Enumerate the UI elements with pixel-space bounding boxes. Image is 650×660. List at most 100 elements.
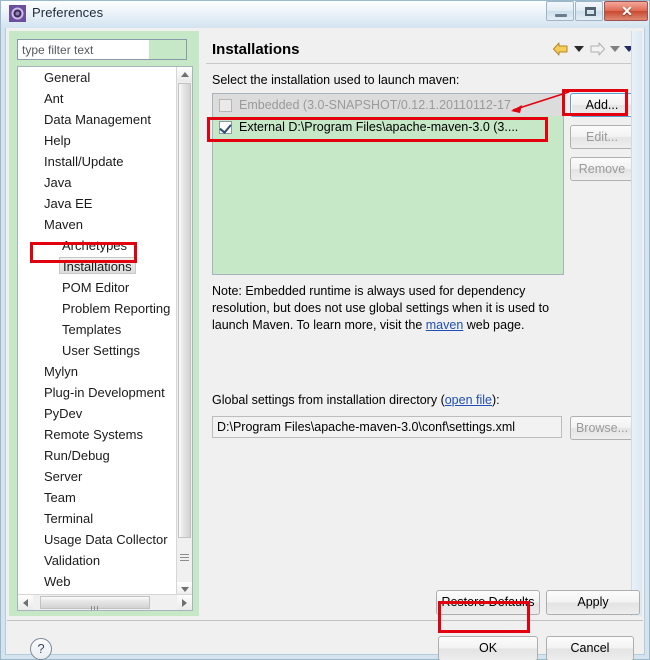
sidebar-item-label: Usage Data Collector [44, 532, 168, 547]
add-button[interactable]: Add... [570, 93, 634, 117]
global-settings-label: Global settings from installation direct… [212, 393, 500, 407]
sidebar-item-pydev[interactable]: PyDev [18, 403, 178, 424]
scroll-left-button[interactable] [18, 595, 33, 610]
sidebar-item-java[interactable]: Java [18, 172, 178, 193]
ok-button[interactable]: OK [438, 636, 538, 660]
cancel-button[interactable]: Cancel [546, 636, 634, 660]
tree-horizontal-scrollbar[interactable] [18, 594, 192, 610]
global-settings-suffix: ): [492, 393, 500, 407]
forward-arrow-icon [590, 42, 605, 56]
help-button[interactable]: ? [30, 638, 52, 660]
sidebar-item-remote-systems[interactable]: Remote Systems [18, 424, 178, 445]
scroll-right-button[interactable] [177, 595, 192, 610]
page-nav-icons [548, 41, 634, 57]
tree-vscroll-grip-icon [180, 554, 189, 561]
sidebar-item-label: Maven [44, 217, 84, 232]
chevron-right-icon [182, 599, 187, 607]
maximize-button[interactable] [575, 1, 603, 21]
sidebar-item-maven[interactable]: Maven [18, 214, 178, 235]
list-item[interactable]: External D:\Program Files\apache-maven-3… [213, 116, 563, 138]
close-button[interactable]: ✕ [604, 1, 648, 21]
chevron-up-icon [181, 72, 189, 77]
preference-page: Installations Select the installation us… [204, 31, 642, 616]
sidebar-item-label: Data Management [44, 112, 151, 127]
sidebar-item-general[interactable]: General [18, 67, 178, 88]
sidebar-item-user-settings[interactable]: User Settings [18, 340, 178, 361]
preferences-gear-icon [9, 5, 26, 22]
sidebar-item-label: Problem Reporting [62, 301, 171, 316]
sidebar-item-label: Server [44, 469, 83, 484]
sidebar-item-label: Remote Systems [44, 427, 143, 442]
installation-checkbox[interactable] [219, 98, 232, 112]
preferences-tree[interactable]: General Ant Data Management Help Install/Upd… [17, 66, 193, 611]
minimize-icon [555, 14, 567, 17]
sidebar-item-label: PyDev [44, 406, 83, 421]
installation-checkbox[interactable] [219, 120, 232, 134]
tree-vertical-scrollbar[interactable] [176, 67, 192, 597]
back-arrow-icon[interactable] [552, 41, 570, 57]
sidebar-item-usage-data-collector[interactable]: Usage Data Collector [18, 529, 178, 550]
window-controls: ✕ [545, 1, 648, 22]
open-file-link[interactable]: open file [445, 393, 492, 407]
sidebar-item-label: Ant [44, 91, 64, 106]
sidebar-item-terminal[interactable]: Terminal [18, 508, 178, 529]
note-part2: web page. [463, 318, 525, 332]
browse-button: Browse... [570, 416, 634, 440]
tree-hscroll-thumb[interactable] [40, 596, 150, 610]
sidebar-item-label: Install/Update [44, 154, 124, 169]
installation-label: External D:\Program Files\apache-maven-3… [239, 120, 519, 134]
sidebar-item-java-ee[interactable]: Java EE [18, 193, 178, 214]
dialog-buttons: OK Cancel [204, 633, 640, 660]
apply-button[interactable]: Apply [546, 590, 640, 615]
sidebar-item-team[interactable]: Team [18, 487, 178, 508]
sidebar-item-run-debug[interactable]: Run/Debug [18, 445, 178, 466]
sidebar-item-validation[interactable]: Validation [18, 550, 178, 571]
maven-link[interactable]: maven [426, 318, 464, 332]
select-installation-label: Select the installation used to launch m… [212, 73, 460, 87]
sidebar-item-label: Help [44, 133, 71, 148]
sidebar-item-mylyn[interactable]: Mylyn [18, 361, 178, 382]
close-icon: ✕ [621, 3, 633, 19]
window-title: Preferences [32, 5, 104, 20]
restore-defaults-button[interactable]: Restore Defaults [436, 590, 540, 615]
sidebar-item-installations[interactable]: Installations [18, 256, 178, 277]
chevron-down-icon [181, 587, 189, 592]
maximize-icon [585, 7, 596, 16]
page-title: Installations [212, 41, 300, 58]
sidebar-item-ant[interactable]: Ant [18, 88, 178, 109]
sidebar-item-problem-reporting[interactable]: Problem Reporting [18, 298, 178, 319]
back-dropdown-icon[interactable] [574, 46, 584, 52]
sidebar-item-label: User Settings [62, 343, 141, 358]
sidebar-item-plug-in-development[interactable]: Plug-in Development [18, 382, 178, 403]
sidebar-item-label: Terminal [44, 511, 94, 526]
sidebar-item-pom-editor[interactable]: POM Editor [18, 277, 178, 298]
preferences-tree-list: General Ant Data Management Help Install/Upd… [18, 67, 178, 597]
tree-vscroll-thumb[interactable] [178, 83, 191, 538]
page-vertical-scrollbar[interactable] [631, 31, 642, 616]
checkmark-icon [219, 120, 232, 134]
installations-list[interactable]: Embedded (3.0-SNAPSHOT/0.12.1.20110112-1… [212, 93, 564, 275]
sidebar-item-templates[interactable]: Templates [18, 319, 178, 340]
chevron-left-icon [23, 599, 28, 607]
title-bar[interactable]: Preferences ✕ [0, 0, 650, 28]
sidebar-item-server[interactable]: Server [18, 466, 178, 487]
global-settings-path-field[interactable]: D:\Program Files\apache-maven-3.0\conf\s… [212, 416, 562, 438]
sidebar-item-label: Run/Debug [44, 448, 110, 463]
note-text: Note: Embedded runtime is always used fo… [212, 283, 562, 334]
sidebar-item-install-update[interactable]: Install/Update [18, 151, 178, 172]
edit-button: Edit... [570, 125, 634, 149]
sidebar-item-web[interactable]: Web [18, 571, 178, 592]
sidebar-item-label: POM Editor [62, 280, 130, 295]
sidebar-item-label: Plug-in Development [44, 385, 165, 400]
sidebar-item-data-management[interactable]: Data Management [18, 109, 178, 130]
sidebar-item-label: Java [44, 175, 72, 190]
filter-textbox[interactable]: type filter text [17, 39, 187, 60]
sidebar-item-help[interactable]: Help [18, 130, 178, 151]
scroll-up-button[interactable] [177, 67, 192, 82]
minimize-button[interactable] [546, 1, 574, 21]
title-divider [206, 63, 638, 64]
preferences-tree-pane: type filter text General Ant Data Manageme… [9, 31, 199, 616]
list-item[interactable]: Embedded (3.0-SNAPSHOT/0.12.1.20110112-1… [213, 94, 563, 116]
sidebar-item-label: Templates [62, 322, 122, 337]
sidebar-item-archetypes[interactable]: Archetypes [18, 235, 178, 256]
